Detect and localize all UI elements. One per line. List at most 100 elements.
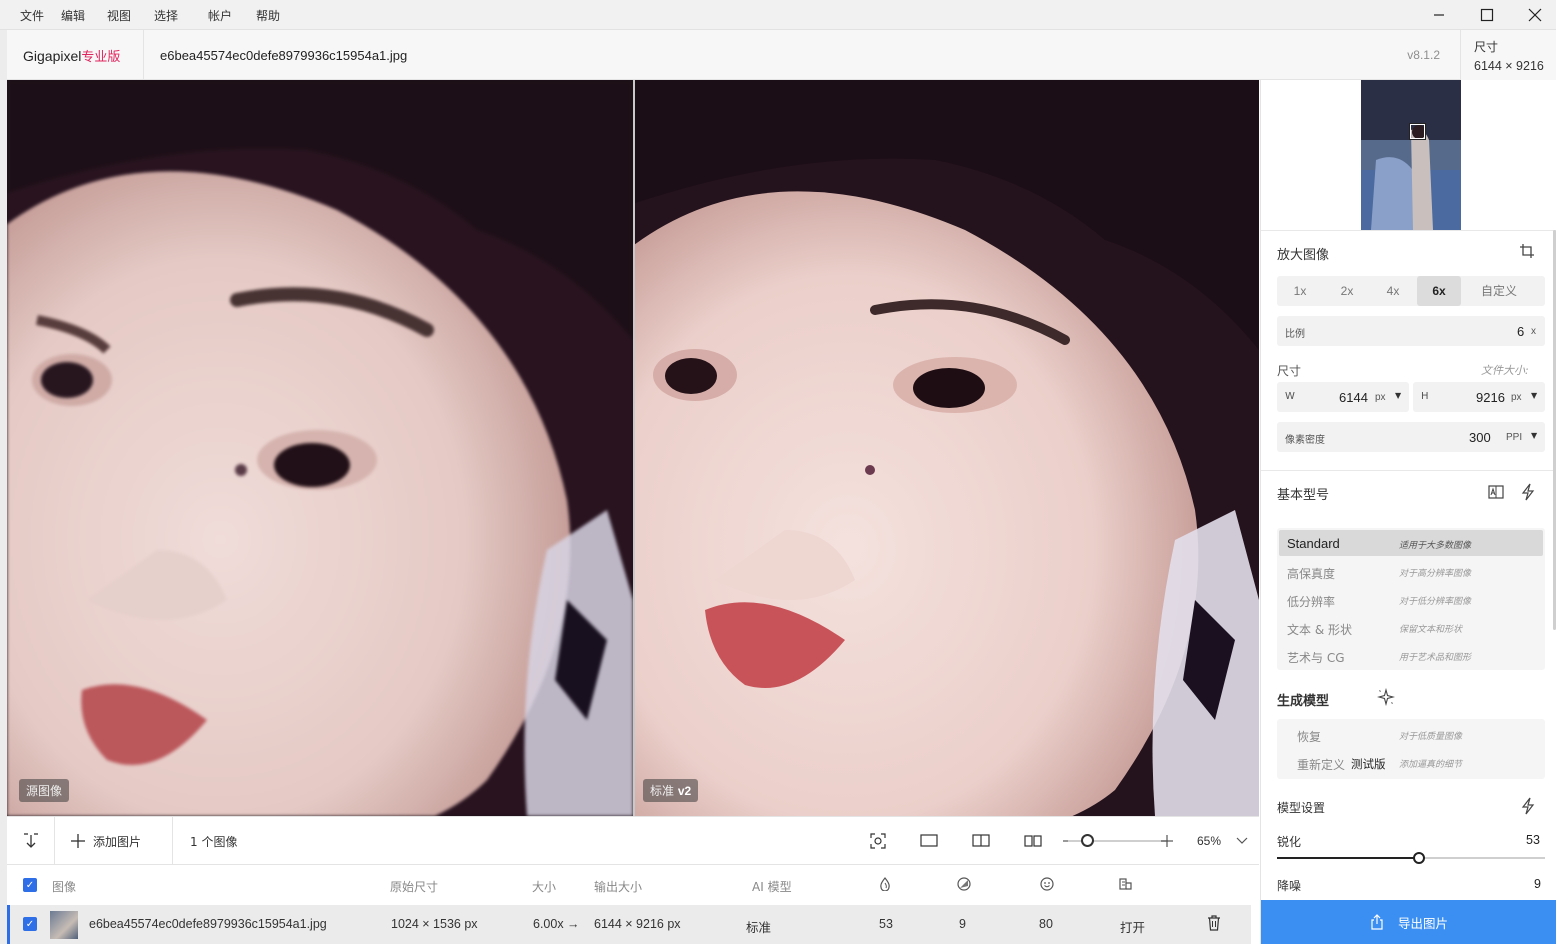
gen-model-title: 生成模型 xyxy=(1277,694,1330,709)
left-edge-strip xyxy=(0,30,7,944)
side-by-side-icon[interactable] xyxy=(1023,831,1043,851)
scale-option-custom[interactable]: 自定义 xyxy=(1477,276,1521,306)
ppi-unit: PPI xyxy=(1506,432,1523,443)
source-preview-pane[interactable]: 源图像 xyxy=(7,80,633,816)
navigator-thumbnail[interactable] xyxy=(1361,80,1461,230)
height-unit-caret[interactable]: ▼ xyxy=(1531,391,1537,400)
ppi-unit-caret[interactable]: ▼ xyxy=(1531,431,1537,440)
menu-edit[interactable]: 编辑 xyxy=(61,7,85,24)
table-row[interactable]: ✓ e6bea45574ec0defe8979936c15954a1.jpg 1… xyxy=(7,905,1251,944)
upscale-title: 放大图像 xyxy=(1277,248,1330,263)
sharpen-slider[interactable] xyxy=(1277,852,1545,864)
base-model-list: Standard 适用于大多数图像 高保真度 对于高分辨率图像 低分辨率 对于低… xyxy=(1277,528,1545,670)
gen-model-redefine[interactable]: 重新定义 测试版 添加逼真的细节 xyxy=(1279,749,1543,775)
row-scale: 6.00x → xyxy=(533,917,580,931)
ratio-label: 比例 xyxy=(1285,329,1305,340)
sparkle-icon xyxy=(1376,687,1396,710)
menu-file[interactable]: 文件 xyxy=(20,7,44,24)
width-value: 6144 xyxy=(1339,390,1368,405)
close-icon[interactable] xyxy=(1524,4,1546,26)
select-all-checkbox[interactable]: ✓ xyxy=(23,878,37,892)
dim-label: 尺寸 xyxy=(1277,364,1302,378)
menu-help[interactable]: 帮助 xyxy=(256,7,280,24)
image-viewer[interactable]: 源图像 标准 v2 xyxy=(7,80,1259,816)
width-field[interactable]: W 6144 px ▼ xyxy=(1277,382,1409,412)
minimize-icon[interactable] xyxy=(1428,4,1450,26)
scale-option-6x[interactable]: 6x xyxy=(1417,276,1461,306)
row-open-link[interactable]: 打开 xyxy=(1120,917,1145,936)
menu-bar: 文件 编辑 视图 选择 帐户 帮助 xyxy=(0,0,1556,30)
enhanced-image xyxy=(635,80,1259,816)
row-filename: e6bea45574ec0defe8979936c15954a1.jpg xyxy=(89,917,327,931)
table-header: ✓ 图像 原始尺寸 大小 输出大小 AI 模型 xyxy=(7,865,1259,905)
menu-select[interactable]: 选择 xyxy=(154,7,178,24)
col-orig-size: 原始尺寸 xyxy=(390,880,439,894)
navigator-viewport[interactable] xyxy=(1409,123,1426,140)
crop-icon[interactable] xyxy=(1519,243,1535,263)
ppi-label: 像素密度 xyxy=(1285,435,1325,446)
auto-settings-icon[interactable] xyxy=(1521,797,1535,819)
ratio-value: 6 xyxy=(1517,324,1525,339)
height-value: 9216 xyxy=(1476,390,1505,405)
model-standard[interactable]: Standard 适用于大多数图像 xyxy=(1279,530,1543,556)
width-unit-caret[interactable]: ▼ xyxy=(1395,391,1401,400)
current-filename: e6bea45574ec0defe8979936c15954a1.jpg xyxy=(160,48,408,63)
model-high-fidelity[interactable]: 高保真度 对于高分辨率图像 xyxy=(1279,558,1543,584)
row-checkbox[interactable]: ✓ xyxy=(23,917,37,931)
row-sharpen: 53 xyxy=(879,917,893,931)
face-icon xyxy=(1040,877,1054,894)
sharpen-slider-knob[interactable] xyxy=(1413,852,1426,864)
app-version: v8.1.2 xyxy=(1407,48,1440,62)
navigator-image xyxy=(1361,80,1461,230)
split-view-icon[interactable] xyxy=(971,831,991,851)
model-settings-title: 模型设置 xyxy=(1277,801,1326,815)
export-icon xyxy=(1371,914,1383,930)
model-low-res[interactable]: 低分辨率 对于低分辨率图像 xyxy=(1279,586,1543,612)
zoom-level[interactable]: 65% xyxy=(1197,834,1221,848)
scale-option-2x[interactable]: 2x xyxy=(1324,276,1370,306)
scale-option-1x[interactable]: 1x xyxy=(1277,276,1323,306)
enhanced-preview-pane[interactable]: 标准 v2 xyxy=(635,80,1259,816)
row-thumbnail xyxy=(50,911,78,939)
col-image: 图像 xyxy=(52,880,77,894)
row-orig-size: 1024 × 1536 px xyxy=(391,917,478,931)
output-size-panel: 尺寸 6144 × 9216 xyxy=(1460,30,1556,80)
zoom-slider-knob[interactable] xyxy=(1081,834,1094,847)
menu-view[interactable]: 视图 xyxy=(107,7,131,24)
add-image-button[interactable]: 添加图片 xyxy=(55,817,173,865)
menu-account[interactable]: 帐户 xyxy=(208,7,232,24)
row-out-size: 6144 × 9216 px xyxy=(594,917,681,931)
export-button[interactable]: 导出图片 xyxy=(1261,900,1556,944)
import-icon[interactable] xyxy=(7,817,55,865)
height-field[interactable]: H 9216 px ▼ xyxy=(1413,382,1545,412)
single-view-icon[interactable] xyxy=(919,831,939,851)
maximize-icon[interactable] xyxy=(1476,4,1498,26)
fit-icon[interactable] xyxy=(868,831,888,851)
model-text-shapes[interactable]: 文本 & 形状 保留文本和形状 xyxy=(1279,614,1543,640)
denoise-label: 降噪 xyxy=(1277,879,1302,893)
row-face: 80 xyxy=(1039,917,1053,931)
scale-option-4x[interactable]: 4x xyxy=(1370,276,1416,306)
beta-badge: 测试版 xyxy=(1351,757,1386,771)
row-model: 标准 xyxy=(746,921,772,935)
size-value: 6144 × 9216 xyxy=(1474,59,1544,73)
width-unit: px xyxy=(1375,392,1386,403)
zoom-in-icon[interactable] xyxy=(1157,831,1177,851)
export-label: 导出图片 xyxy=(1397,915,1448,931)
sharpen-icon xyxy=(879,877,891,894)
trash-icon[interactable] xyxy=(1207,915,1221,934)
chevron-down-icon[interactable] xyxy=(1232,831,1252,851)
col-ai-model: AI 模型 xyxy=(752,880,792,894)
gen-model-list: 恢复 对于低质量图像 重新定义 测试版 添加逼真的细节 xyxy=(1277,719,1545,779)
model-art-cg[interactable]: 艺术与 CG 用于艺术品和图形 xyxy=(1279,642,1543,668)
base-model-title: 基本型号 xyxy=(1277,488,1330,503)
compare-models-icon[interactable] xyxy=(1488,484,1504,504)
auto-pilot-icon[interactable] xyxy=(1521,483,1535,505)
image-table: ✓ 图像 原始尺寸 大小 输出大小 AI 模型 ✓ e6bea45574ec0d… xyxy=(7,865,1259,944)
brand-edition: 专业版 xyxy=(81,49,121,64)
ratio-field[interactable]: 比例 6 x xyxy=(1277,316,1545,346)
ppi-field[interactable]: 像素密度 300 PPI ▼ xyxy=(1277,422,1545,452)
app-brand: Gigapixel专业版 xyxy=(7,30,144,80)
gen-model-restore[interactable]: 恢复 对于低质量图像 xyxy=(1279,721,1543,747)
image-count: 1 个图像 xyxy=(190,835,238,849)
